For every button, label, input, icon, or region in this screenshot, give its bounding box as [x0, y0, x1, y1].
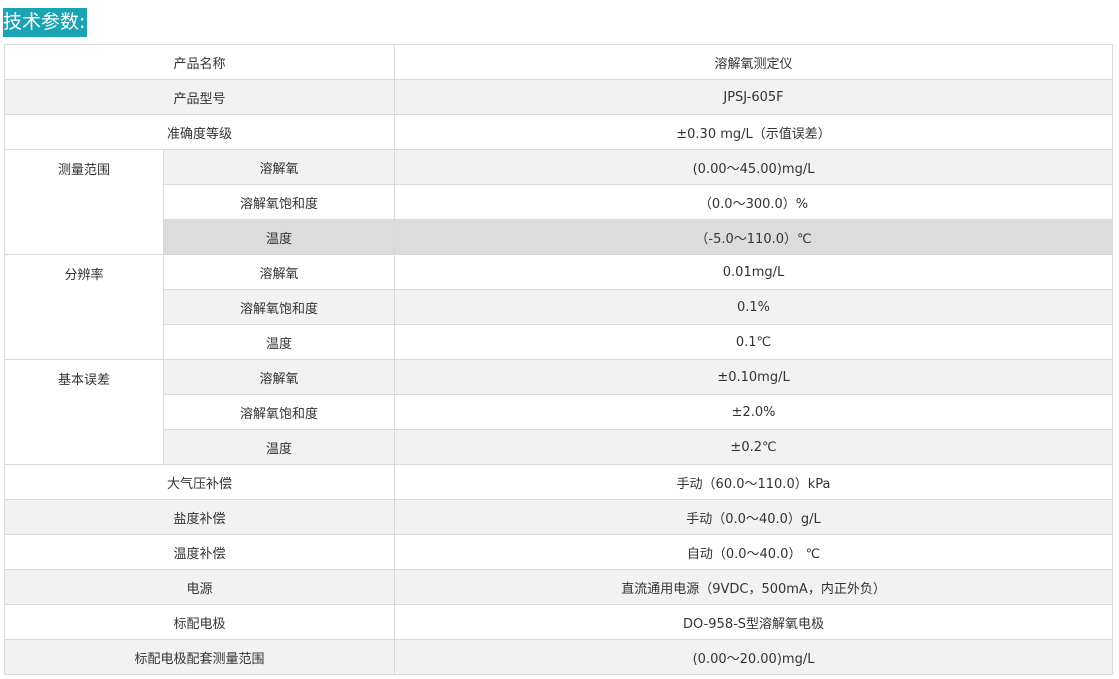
row-value: DO-958-S型溶解氧电极: [394, 604, 1114, 640]
group-label-text: 分辨率: [64, 268, 104, 283]
row-label: 准确度等级: [3, 114, 396, 150]
heading-wrap: 技术参数:: [3, 8, 88, 38]
row-value: 溶解氧测定仪: [394, 44, 1114, 80]
row-value: 自动（0.0～40.0） ℃: [394, 534, 1114, 570]
table-row: 标配电极配套测量范围 (0.00～20.00)mg/L: [3, 639, 1114, 675]
spec-table: 产品名称 溶解氧测定仪 产品型号 JPSJ-605F 准确度等级 ±0.30 m…: [3, 44, 1114, 675]
row-value: ±0.10mg/L: [394, 359, 1114, 395]
table-row: 测量范围 溶解氧 (0.00～45.00)mg/L: [4, 149, 1114, 255]
table-row-highlighted: 温度 （-5.0～110.0）℃: [5, 219, 1114, 255]
table-row: 溶解氧饱和度 （0.0～300.0）%: [5, 184, 1114, 220]
row-value: 0.01mg/L: [394, 254, 1114, 290]
table-row: 温度 0.1℃: [5, 324, 1114, 360]
row-value: 0.1℃: [394, 324, 1114, 360]
row-value: ±2.0%: [394, 394, 1114, 430]
table-row: 基本误差 溶解氧 ±0.10mg/L: [4, 359, 1114, 465]
table-row: 准确度等级 ±0.30 mg/L（示值误差）: [3, 114, 1114, 150]
row-label: 大气压补偿: [3, 464, 396, 500]
section-heading: 技术参数:: [3, 8, 88, 37]
group-label-text: 测量范围: [57, 163, 110, 178]
table-row: 温度补偿 自动（0.0～40.0） ℃: [3, 534, 1114, 570]
row-sublabel: 溶解氧饱和度: [162, 394, 396, 430]
row-value: ±0.30 mg/L（示值误差）: [394, 114, 1114, 150]
row-label: 标配电极配套测量范围: [3, 639, 396, 675]
row-sublabel: 温度: [162, 429, 396, 465]
row-value: (0.00～45.00)mg/L: [394, 149, 1114, 185]
group-label-resolution: 分辨率: [4, 254, 164, 360]
row-value: （-5.0～110.0）℃: [394, 219, 1114, 255]
table-row: 温度 ±0.2℃: [5, 429, 1114, 465]
row-label: 产品型号: [3, 79, 396, 115]
table-row: 产品型号 JPSJ-605F: [3, 79, 1114, 115]
table-row: 溶解氧饱和度 0.1%: [5, 289, 1114, 325]
table-row: 大气压补偿 手动（60.0～110.0）kPa: [3, 464, 1114, 500]
row-label: 标配电极: [3, 604, 396, 640]
table-row: 电源 直流通用电源（9VDC，500mA，内正外负）: [3, 569, 1114, 605]
table-row: 产品名称 溶解氧测定仪: [3, 44, 1114, 80]
row-sublabel: 溶解氧饱和度: [162, 289, 396, 325]
row-sublabel: 溶解氧饱和度: [162, 184, 396, 220]
row-label: 电源: [3, 569, 396, 605]
row-sublabel: 温度: [162, 324, 396, 360]
group-label-basic-error: 基本误差: [4, 359, 164, 465]
table-row: 盐度补偿 手动（0.0～40.0）g/L: [3, 499, 1114, 535]
row-value: （0.0～300.0）%: [394, 184, 1114, 220]
row-sublabel: 溶解氧: [162, 254, 396, 290]
row-label: 温度补偿: [3, 534, 396, 570]
table-row: 标配电极 DO-958-S型溶解氧电极: [3, 604, 1114, 640]
group-label-text: 基本误差: [57, 373, 110, 388]
row-value: ±0.2℃: [394, 429, 1114, 465]
row-value: 手动（60.0～110.0）kPa: [394, 464, 1114, 500]
row-value: 手动（0.0～40.0）g/L: [394, 499, 1114, 535]
row-label: 盐度补偿: [3, 499, 396, 535]
row-value: (0.00～20.00)mg/L: [394, 639, 1114, 675]
row-value: JPSJ-605F: [394, 79, 1114, 115]
group-label-range: 测量范围: [4, 149, 164, 255]
table-row: 分辨率 溶解氧 0.01mg/L: [4, 254, 1114, 360]
row-label: 产品名称: [3, 44, 396, 80]
table-row: 溶解氧饱和度 ±2.0%: [5, 394, 1114, 430]
row-sublabel: 温度: [162, 219, 396, 255]
row-sublabel: 溶解氧: [162, 359, 396, 395]
row-value: 0.1%: [394, 289, 1114, 325]
row-value: 直流通用电源（9VDC，500mA，内正外负）: [394, 569, 1114, 605]
row-sublabel: 溶解氧: [162, 149, 396, 185]
